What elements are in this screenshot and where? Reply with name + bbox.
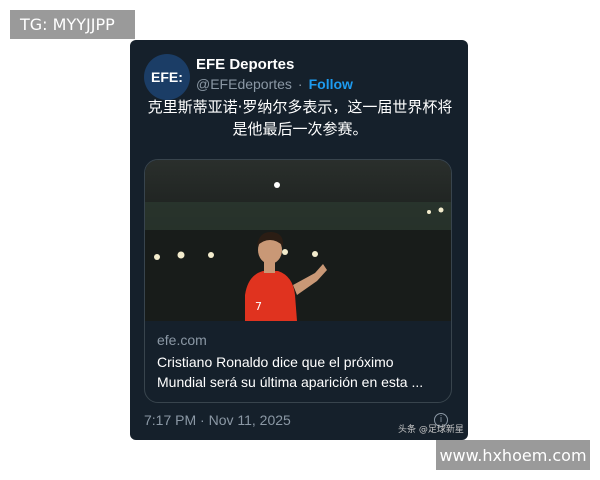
avatar-logo-text: EFE:: [151, 69, 183, 85]
watermark-tag-label: TG: MYYJJPP: [10, 10, 135, 39]
site-text: www.hxhoem.com: [439, 445, 587, 465]
link-preview-card[interactable]: 7 efe.com Cristiano Ronaldo dice que el …: [144, 159, 452, 403]
tweet-text: 克里斯蒂亚诺·罗纳尔多表示，这一届世界杯将是他最后一次参赛。: [147, 98, 453, 138]
handle[interactable]: @EFEdeportes: [196, 76, 292, 92]
avatar[interactable]: EFE:: [144, 54, 190, 100]
tweet-card: EFE: EFE Deportes @EFEdeportes · Follow 克里…: [130, 40, 468, 440]
timestamp[interactable]: 7:17 PM · Nov 11, 2025: [144, 412, 291, 428]
source-watermark: 头条 @足球新星: [398, 425, 464, 435]
svg-text:7: 7: [255, 300, 262, 313]
link-domain: efe.com: [157, 332, 207, 348]
follow-button[interactable]: Follow: [309, 76, 353, 92]
website-watermark-label: www.hxhoem.com: [436, 440, 590, 470]
link-preview-image: 7: [145, 160, 451, 321]
separator: ·: [297, 76, 303, 92]
handle-row: @EFEdeportes · Follow: [196, 76, 353, 92]
tag-text: TG: MYYJJPP: [20, 15, 115, 34]
display-name[interactable]: EFE Deportes: [196, 56, 294, 73]
link-title[interactable]: Cristiano Ronaldo dice que el próximo Mu…: [157, 352, 441, 392]
